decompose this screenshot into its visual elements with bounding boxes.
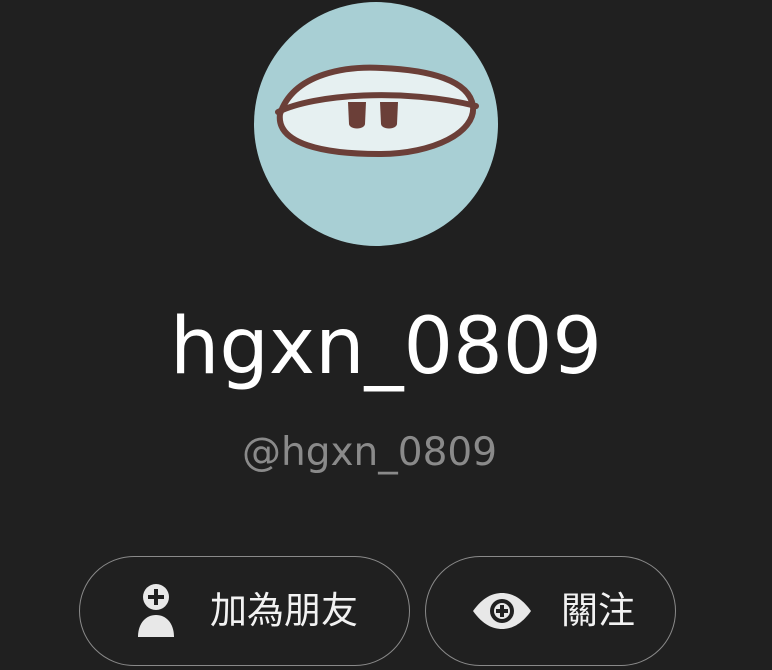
add-friend-label: 加為朋友 (210, 589, 358, 632)
eye-plus-icon (471, 591, 533, 631)
sleepy-eye-avatar-icon (275, 64, 479, 157)
follow-label: 關注 (561, 589, 635, 632)
profile-handle: @hgxn_0809 (241, 430, 498, 475)
add-friend-button[interactable]: 加為朋友 (79, 556, 410, 666)
follow-button[interactable]: 關注 (425, 556, 676, 666)
profile-display-name: hgxn_0809 (169, 302, 603, 392)
add-person-icon (134, 583, 180, 639)
profile-avatar[interactable] (254, 2, 498, 246)
